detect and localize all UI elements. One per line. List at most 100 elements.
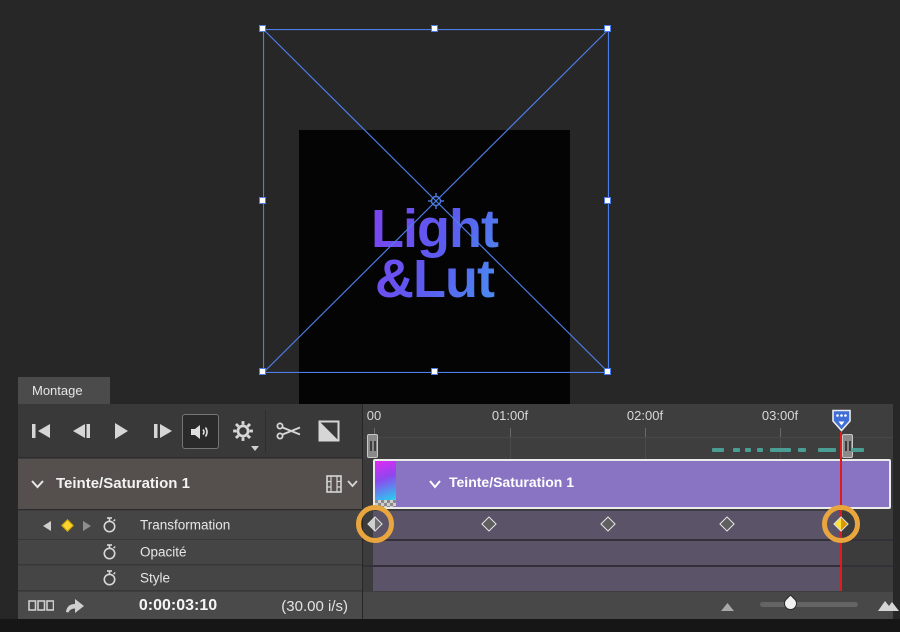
go-to-first-frame-button[interactable]: [27, 416, 55, 446]
ruler-label-02:00f: 02:00f: [626, 408, 664, 423]
transform-handle-mid-left[interactable]: [259, 197, 266, 204]
transition-icon: [318, 420, 340, 442]
timeline-zoom-slider-thumb[interactable]: [781, 594, 800, 613]
transform-handle-bottom-right[interactable]: [604, 368, 611, 375]
cached-frames-indicator: [818, 448, 836, 452]
cached-frames-indicator: [757, 448, 763, 452]
ruler-label-01:00f: 01:00f: [491, 408, 529, 423]
tab-montage[interactable]: Montage: [18, 377, 110, 404]
next-keyframe-button[interactable]: [83, 521, 91, 531]
cached-frames-indicator: [798, 448, 806, 452]
work-area-end-bracket[interactable]: [842, 434, 853, 458]
cached-frames-indicator: [733, 448, 740, 452]
ruler-tick: [780, 428, 781, 437]
collapse-chevron-icon[interactable]: [31, 480, 44, 489]
stopwatch-icon[interactable]: [102, 544, 117, 561]
lane-style[interactable]: [373, 567, 841, 591]
zoom-out-mountain-icon[interactable]: [720, 601, 735, 612]
skip-start-icon: [32, 424, 50, 438]
current-timecode: 0:00:03:10: [138, 597, 218, 614]
track-row-opacity[interactable]: Opacité: [18, 540, 362, 565]
timeline-zoom-bar: [363, 592, 899, 619]
layer-name: Teinte/Saturation 1: [56, 475, 190, 492]
annotation-ring: [822, 505, 860, 543]
ruler-label-03:00f: 03:00f: [761, 408, 799, 423]
export-arrow-icon: [66, 599, 84, 613]
timeline-zoom-slider-track[interactable]: [760, 602, 858, 607]
clip-name: Teinte/Saturation 1: [449, 474, 574, 490]
gear-icon: [233, 421, 253, 441]
speaker-icon: [191, 424, 208, 439]
work-area-strip[interactable]: [363, 437, 893, 460]
transform-handle-top-center[interactable]: [431, 25, 438, 32]
previous-keyframe-button[interactable]: [43, 521, 51, 531]
playhead-head-icon: [832, 409, 851, 432]
transform-handle-bottom-center[interactable]: [431, 368, 438, 375]
convert-to-frame-animation-button[interactable]: [28, 599, 55, 617]
ruler-tick: [645, 428, 646, 437]
stopwatch-icon[interactable]: [102, 517, 117, 534]
transform-handle-top-right[interactable]: [604, 25, 611, 32]
tab-montage-label: Montage: [32, 383, 83, 398]
add-keyframe-button[interactable]: [61, 519, 74, 532]
timeline-toolbar: [18, 404, 362, 458]
clip-teinte-saturation[interactable]: Teinte/Saturation 1: [373, 459, 891, 509]
transform-handle-mid-right[interactable]: [604, 197, 611, 204]
track-options-chevron-icon[interactable]: [347, 480, 358, 488]
transform-handle-top-left[interactable]: [259, 25, 266, 32]
toolbar-divider: [265, 410, 266, 452]
split-at-playhead-button[interactable]: [275, 416, 303, 446]
mute-audio-button[interactable]: [182, 414, 219, 449]
next-frame-button[interactable]: [149, 416, 177, 446]
layer-header-row[interactable]: Teinte/Saturation 1: [18, 459, 362, 510]
track-label: Opacité: [140, 544, 187, 560]
ruler-tick: [510, 428, 511, 437]
track-label: Style: [140, 570, 171, 586]
stopwatch-icon[interactable]: [102, 570, 117, 587]
timeline-status-bar: 0:00:03:10 (30.00 i/s): [18, 592, 362, 619]
work-strip-gridline: [645, 438, 646, 460]
lane-opacity[interactable]: [373, 541, 841, 565]
work-area-start-bracket[interactable]: [367, 434, 378, 458]
transform-bounding-box[interactable]: [263, 29, 609, 373]
framerate-label: (30.00 i/s): [281, 598, 348, 615]
next-frame-icon: [154, 424, 172, 438]
time-ruler[interactable]: 00 01:00f 02:00f 03:00f: [363, 404, 893, 437]
window-bottom-edge: [0, 619, 900, 632]
ruler-label-00: 00: [366, 408, 382, 423]
cached-frames-indicator: [712, 448, 724, 452]
cached-frames-indicator: [745, 448, 751, 452]
transition-button[interactable]: [315, 416, 343, 446]
keyframe-diamond-icon: [61, 519, 74, 532]
work-strip-gridline: [510, 438, 511, 460]
track-row-style[interactable]: Style: [18, 566, 362, 591]
previous-frame-button[interactable]: [68, 416, 96, 446]
play-button[interactable]: [107, 416, 135, 446]
render-video-button[interactable]: [63, 595, 87, 621]
cached-frames-indicator: [852, 448, 864, 452]
track-label: Transformation: [140, 517, 231, 533]
lane-separator: [363, 565, 893, 567]
timeline-settings-button[interactable]: [229, 416, 257, 446]
zoom-in-mountain-icon[interactable]: [877, 597, 900, 612]
clip-collapse-chevron-icon[interactable]: [429, 480, 441, 489]
video-track-icon[interactable]: [326, 475, 344, 493]
timeline-panel: Teinte/Saturation 1 Transformation Opaci…: [18, 404, 899, 619]
track-row-transformation[interactable]: Transformation: [18, 511, 362, 540]
clip-thumbnail: [375, 461, 396, 507]
clip-row: Teinte/Saturation 1: [363, 459, 893, 510]
keyframe-lanes: [363, 510, 893, 591]
cached-frames-indicator: [770, 448, 791, 452]
playhead-marker[interactable]: [831, 409, 852, 437]
play-icon: [115, 423, 128, 439]
previous-keyframe-icon: [43, 521, 51, 531]
photoshop-window: Light &Lut Montage Teinte/Saturation 1 T…: [0, 0, 900, 632]
lane-separator: [363, 539, 893, 541]
gear-dropdown-caret-icon: [251, 446, 259, 451]
scissors-icon: [276, 422, 301, 440]
transform-handle-bottom-left[interactable]: [259, 368, 266, 375]
previous-frame-icon: [73, 424, 90, 438]
annotation-ring: [356, 505, 394, 543]
frames-icon: [28, 600, 55, 611]
next-keyframe-icon: [83, 521, 91, 531]
